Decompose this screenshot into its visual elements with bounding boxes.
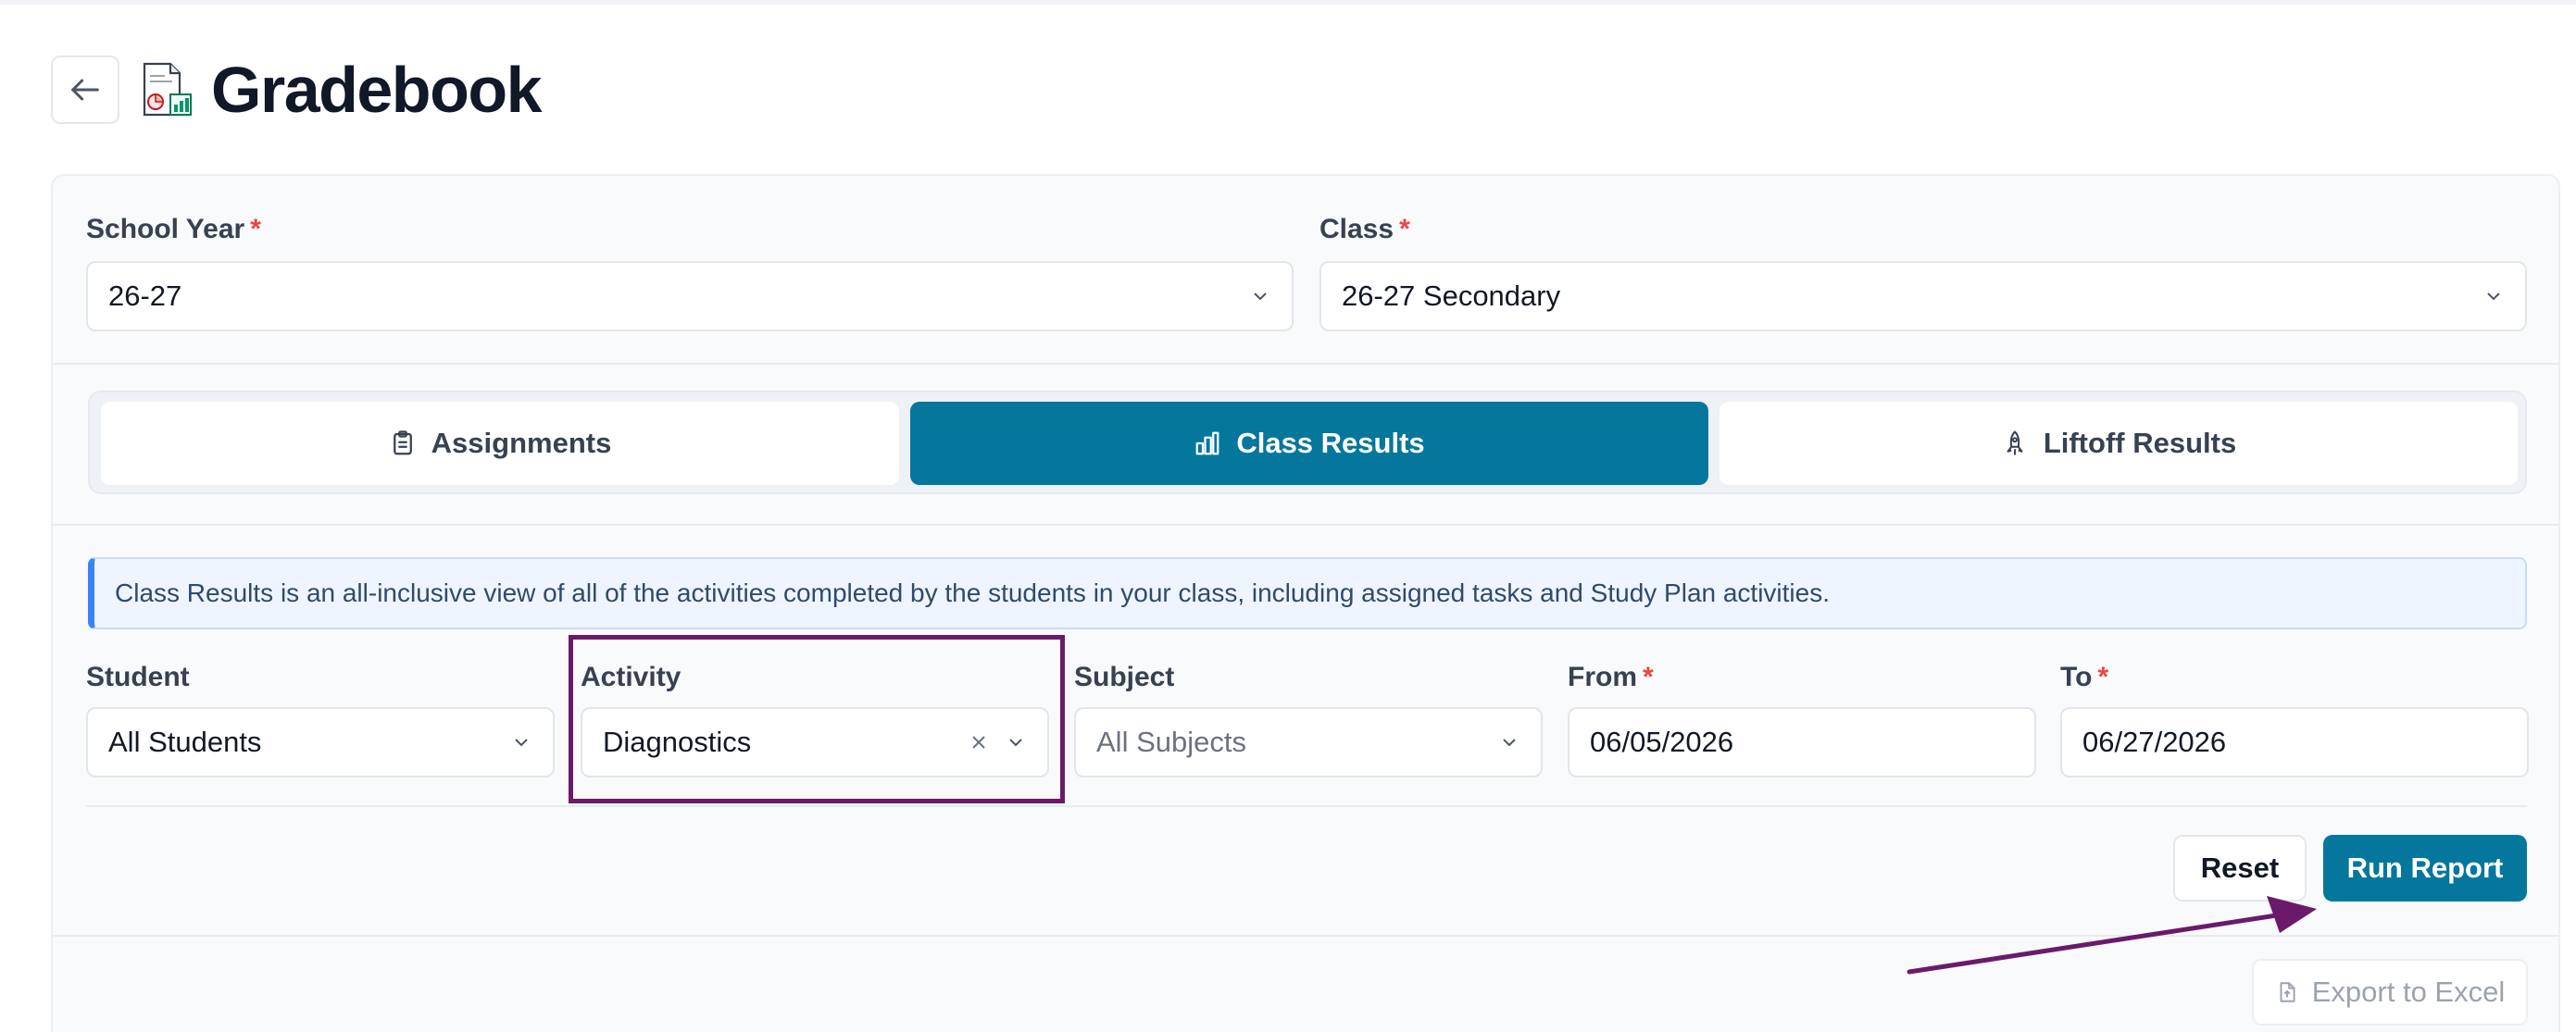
chevron-down-icon: [2487, 292, 2500, 301]
to-label: To *: [2060, 662, 2109, 692]
arrow-left-icon: [71, 79, 99, 101]
page-title: Gradebook: [211, 54, 543, 126]
back-button[interactable]: [51, 56, 119, 124]
school-year-select[interactable]: 26-27: [86, 261, 1294, 331]
subject-placeholder: All Subjects: [1096, 726, 1246, 758]
chevron-down-icon: [1009, 739, 1022, 747]
student-value: All Students: [108, 726, 262, 758]
class-value: 26-27 Secondary: [1342, 280, 1561, 312]
chevron-down-icon: [515, 739, 528, 747]
tab-label: Class Results: [1236, 427, 1425, 459]
file-export-icon: [2280, 982, 2295, 1002]
top-border: [0, 0, 2576, 5]
tab-liftoff-results[interactable]: Liftoff Results: [1719, 402, 2518, 485]
from-date-value: 06/05/2026: [1590, 726, 1734, 758]
bar-chart-icon: [1195, 431, 1219, 455]
section-divider: [53, 363, 2558, 365]
close-icon[interactable]: [968, 731, 990, 753]
section-divider: [53, 524, 2558, 526]
to-date-value: 06/27/2026: [2082, 726, 2227, 758]
from-date-input[interactable]: 06/05/2026: [1568, 707, 2036, 777]
class-select[interactable]: 26-27 Secondary: [1319, 261, 2527, 331]
chevron-down-icon: [1254, 292, 1267, 301]
chevron-down-icon: [1503, 739, 1516, 747]
required-mark: *: [250, 214, 261, 244]
report-tabs: Assignments Class Results Liftoff Result…: [88, 391, 2527, 494]
school-year-value: 26-27: [108, 280, 182, 312]
clipboard-icon: [393, 430, 412, 455]
export-label: Export to Excel: [2311, 976, 2506, 1008]
tab-class-results[interactable]: Class Results: [910, 402, 1708, 485]
annotation-arrow-icon: [1907, 896, 2317, 975]
school-year-label: School Year *: [86, 214, 261, 244]
required-mark: *: [1399, 214, 1410, 244]
required-mark: *: [2097, 662, 2109, 692]
subject-label: Subject: [1074, 662, 1175, 692]
rocket-icon: [2007, 430, 2023, 455]
from-label: From *: [1568, 662, 1654, 692]
tab-label: Liftoff Results: [2043, 427, 2237, 459]
tab-label: Assignments: [431, 427, 612, 459]
subject-select[interactable]: All Subjects: [1074, 707, 1543, 777]
section-divider: [86, 805, 2527, 807]
activity-label: Activity: [581, 662, 682, 692]
tab-assignments[interactable]: Assignments: [101, 402, 899, 485]
to-date-input[interactable]: 06/27/2026: [2060, 707, 2529, 777]
info-banner: Class Results is an all-inclusive view o…: [88, 557, 2527, 629]
student-label: Student: [86, 662, 190, 692]
required-mark: *: [1643, 662, 1654, 692]
run-report-button[interactable]: Run Report: [2323, 835, 2527, 901]
student-select[interactable]: All Students: [86, 707, 555, 777]
class-label: Class *: [1319, 214, 1410, 244]
activity-select[interactable]: Diagnostics: [581, 707, 1049, 777]
gradebook-report-icon: [143, 62, 192, 117]
